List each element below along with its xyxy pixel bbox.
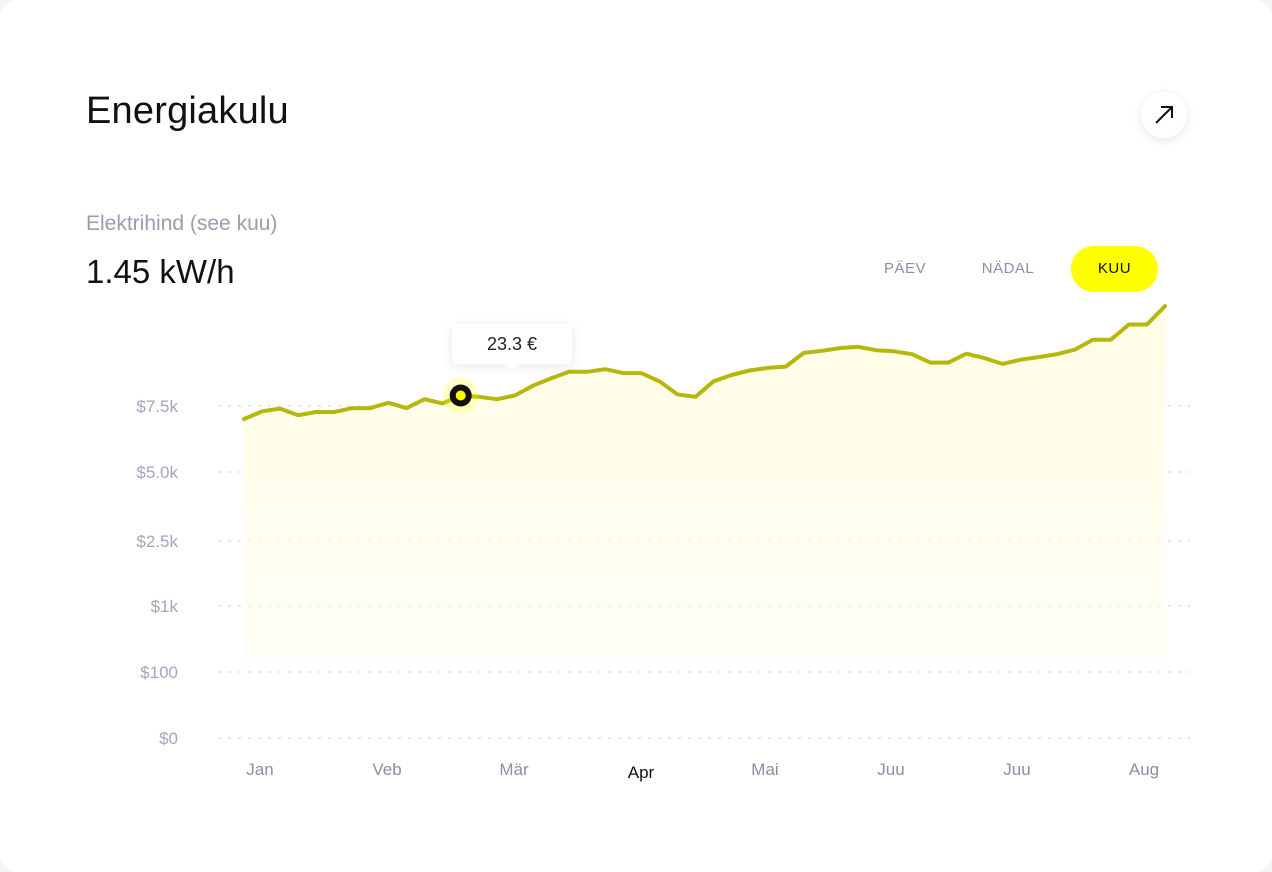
x-tick-label[interactable]: Mai: [751, 760, 778, 779]
energy-cost-card: Energiakulu Elektrihind (see kuu) 1.45 k…: [0, 0, 1272, 872]
y-tick-label: $0: [159, 729, 178, 748]
x-tick-label[interactable]: Apr: [628, 763, 655, 782]
value-tooltip: 23.3 €: [452, 324, 572, 371]
y-tick-label: $5.0k: [136, 463, 178, 482]
y-tick-label: $100: [140, 663, 178, 682]
x-tick-label[interactable]: Juu: [877, 760, 904, 779]
x-tick-label[interactable]: Mär: [499, 760, 529, 779]
x-tick-label[interactable]: Aug: [1129, 760, 1159, 779]
x-tick-label[interactable]: Veb: [372, 760, 401, 779]
x-tick-label[interactable]: Juu: [1003, 760, 1030, 779]
highlight-marker-center: [455, 390, 466, 401]
x-tick-label[interactable]: Jan: [246, 760, 273, 779]
y-tick-label: $1k: [151, 597, 179, 616]
energy-chart: $0 $100 $1k $2.5k $5.0k $7.5k Jan Veb Mär Apr Mai J…: [136, 304, 1190, 782]
y-tick-label: $7.5k: [136, 397, 178, 416]
y-tick-label: $2.5k: [136, 532, 178, 551]
